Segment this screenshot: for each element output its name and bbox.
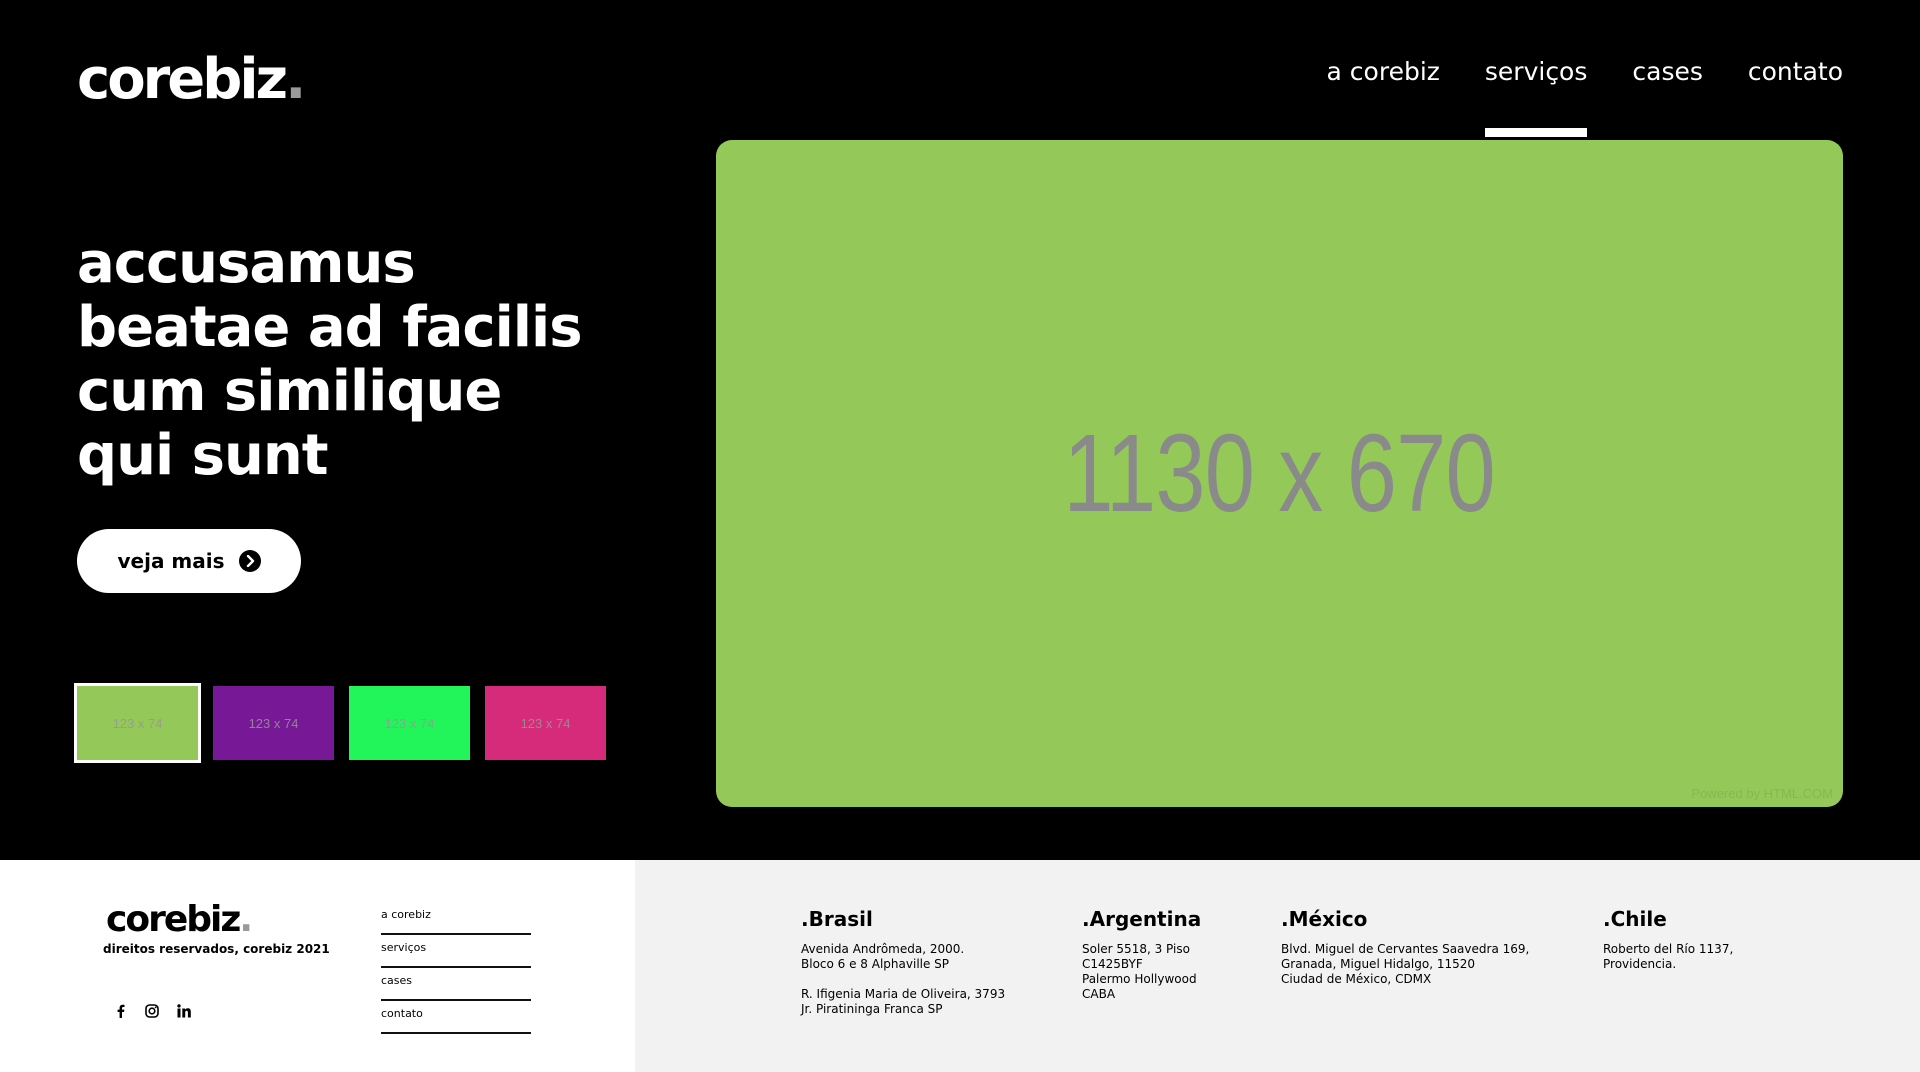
footer-link-contato[interactable]: contato [381,1001,531,1034]
corebiz-logo[interactable]: corebiz. [77,47,306,112]
main-image-label: 1130 x 670 [1063,412,1496,535]
footer-nav: a corebiz serviços cases contato [381,902,531,1034]
thumbnail-2[interactable]: 123 x 74 [213,686,334,760]
headline-line: cum similique [77,359,502,424]
office-address: Roberto del Río 1137, Providencia. [1603,942,1734,971]
thumbnail-4[interactable]: 123 x 74 [485,686,606,760]
hero-headline: accusamus beatae ad facilis cum similiqu… [77,232,637,488]
office-chile: .Chile Roberto del Río 1137, Providencia… [1603,906,1733,972]
main-hero-image: 1130 x 670 Powered by HTML.COM [716,140,1843,807]
thumbnail-label: 123 x 74 [520,715,571,731]
office-address: Soler 5518, 3 Piso C1425BYF Palermo Holl… [1082,942,1197,1001]
footer-link-a-corebiz[interactable]: a corebiz [381,902,531,935]
headline-line: accusamus [77,231,416,296]
footer-logo[interactable]: corebiz. [106,899,253,940]
office-country: .Chile [1603,907,1667,931]
thumbnail-1[interactable]: 123 x 74 [74,683,201,763]
office-address-secondary: R. Ifigenia Maria de Oliveira, 3793 Jr. … [801,987,1006,1016]
office-address: Blvd. Miguel de Cervantes Saavedra 169, … [1281,942,1530,986]
facebook-icon[interactable] [112,1003,128,1019]
logo-dot: . [285,47,306,112]
office-mexico: .México Blvd. Miguel de Cervantes Saaved… [1281,906,1529,987]
thumbnail-strip: 123 x 74 123 x 74 123 x 74 123 x 74 [74,683,606,763]
veja-mais-button[interactable]: veja mais [77,529,301,593]
footer-copyright: direitos reservados, corebiz 2021 [103,942,330,956]
thumbnail-label: 123 x 74 [248,715,299,731]
office-argentina: .Argentina Soler 5518, 3 Piso C1425BYF P… [1082,906,1201,1002]
nav-item-contato[interactable]: contato [1748,54,1843,90]
hero-section: corebiz. a corebiz serviços cases contat… [0,0,1920,860]
instagram-icon[interactable] [144,1003,160,1019]
thumbnail-label: 123 x 74 [384,715,435,731]
chevron-right-circle-icon [238,550,261,572]
main-nav: a corebiz serviços cases contato [1327,54,1843,137]
social-links [112,1003,192,1019]
linkedin-icon[interactable] [176,1003,192,1019]
headline-line: qui sunt [77,423,328,488]
office-brasil: .Brasil Avenida Andrômeda, 2000. Bloco 6… [801,906,1005,1017]
office-address: Avenida Andrômeda, 2000. Bloco 6 e 8 Alp… [801,942,965,971]
veja-mais-label: veja mais [117,549,225,573]
office-country: .Brasil [801,907,873,931]
nav-item-servicos[interactable]: serviços [1484,54,1587,137]
headline-line: beatae ad facilis [77,295,583,360]
logo-dot: . [239,899,253,940]
thumbnail-label: 123 x 74 [112,715,163,731]
footer-link-cases[interactable]: cases [381,968,531,1001]
office-country: .México [1281,907,1368,931]
nav-item-a-corebiz[interactable]: a corebiz [1327,54,1440,90]
footer-link-servicos[interactable]: serviços [381,935,531,968]
powered-by-link[interactable]: Powered by HTML.COM [1691,786,1833,801]
thumbnail-3[interactable]: 123 x 74 [349,686,470,760]
footer-left-panel [0,860,635,1072]
nav-item-cases[interactable]: cases [1632,54,1703,90]
office-country: .Argentina [1082,907,1202,931]
